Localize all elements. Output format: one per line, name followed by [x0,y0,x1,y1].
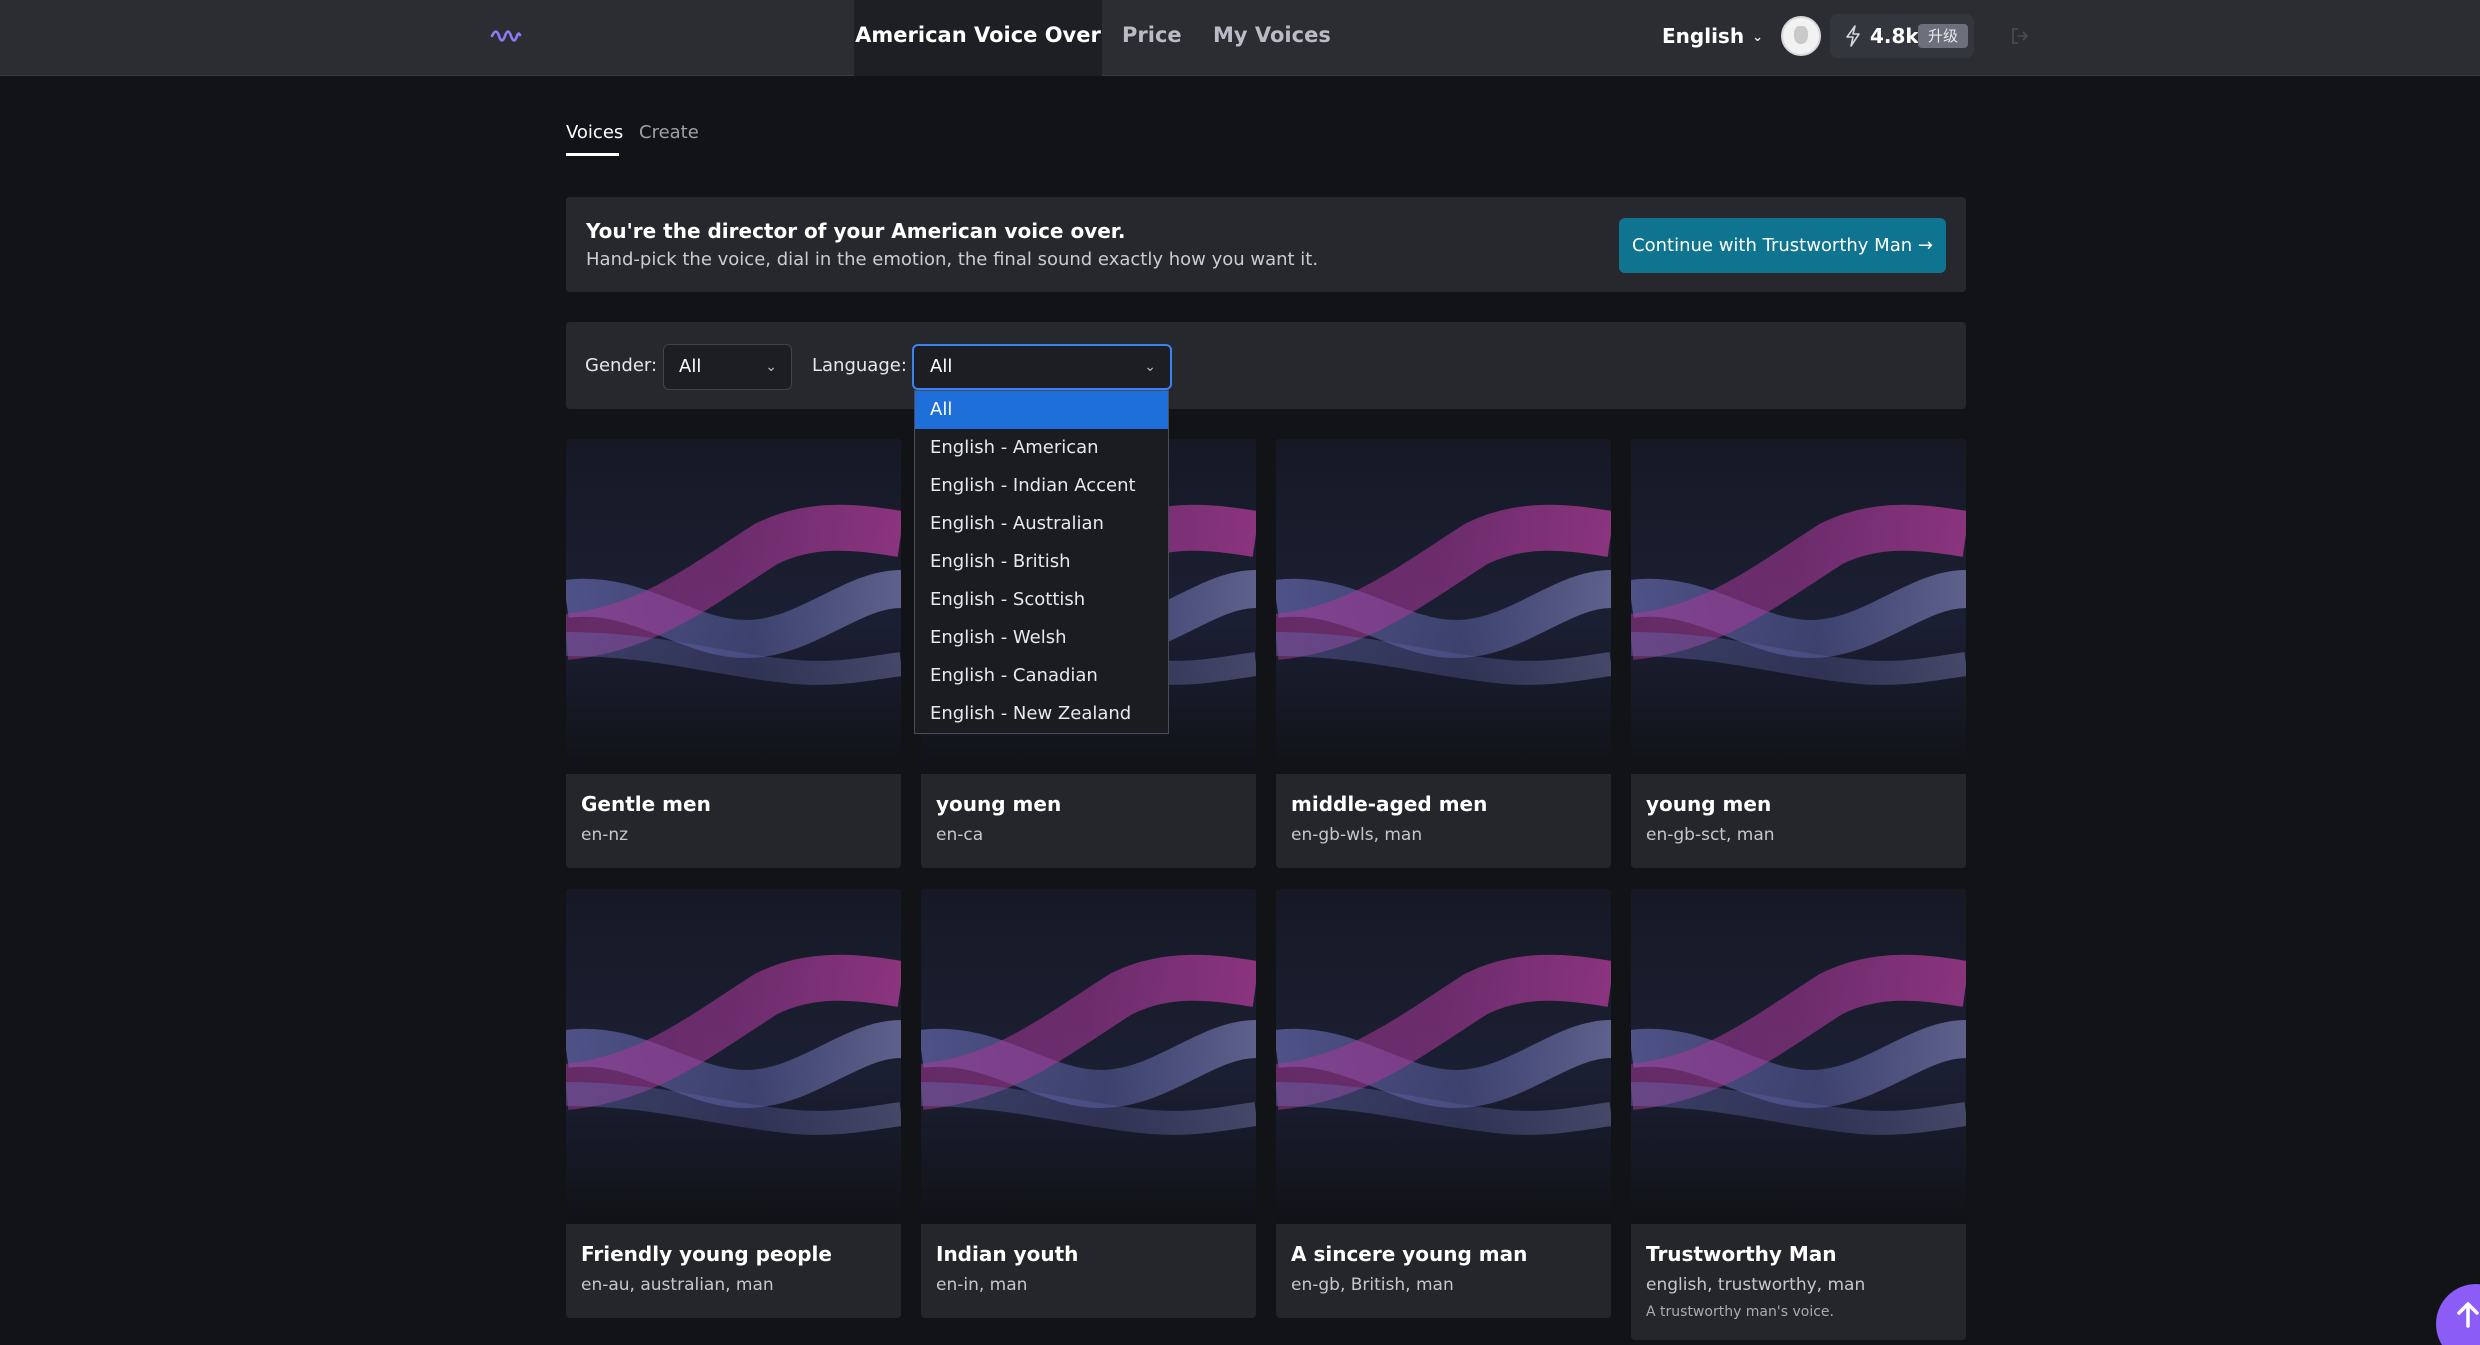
voice-waveform-artwork [1631,439,1966,774]
user-avatar[interactable] [1781,16,1821,56]
lightning-icon [1846,25,1860,47]
language-option[interactable]: English - Australian [915,505,1168,543]
voice-name: young men [1646,792,1772,816]
voice-name: Gentle men [581,792,711,816]
voice-tags: en-gb-sct, man [1646,825,1775,845]
language-option[interactable]: English - Indian Accent [915,467,1168,505]
voice-waveform-artwork [1276,889,1611,1224]
voice-card[interactable]: Trustworthy Man english, trustworthy, man… [1631,889,1966,1340]
voice-waveform-artwork [921,889,1256,1224]
active-tab-indicator [566,153,619,156]
language-option[interactable]: English - American [915,429,1168,467]
voice-name: A sincere young man [1291,1242,1528,1266]
tab-create[interactable]: Create [639,122,699,143]
banner-title: You're the director of your American voi… [586,219,1126,243]
nav-american-voice-over[interactable]: American Voice Over [854,0,1102,76]
voice-tags: english, trustworthy, man [1646,1275,1866,1295]
credits-badge[interactable]: 4.8k 升级 [1830,14,1974,58]
language-select-value: All [930,356,953,377]
voice-tags: en-gb, British, man [1291,1275,1454,1295]
voice-card[interactable]: Indian youth en-in, man [921,889,1256,1318]
chevron-down-icon: ⌄ [765,359,777,375]
language-dropdown-list: All English - American English - Indian Ac… [914,390,1169,734]
logout-icon[interactable] [2010,26,2030,46]
director-banner: You're the director of your American voi… [566,197,1966,292]
voice-name: middle-aged men [1291,792,1488,816]
chevron-down-icon: ⌄ [1144,359,1156,375]
voice-card[interactable]: young men en-gb-sct, man [1631,439,1966,868]
voice-card[interactable]: Gentle men en-nz [566,439,901,868]
voice-waveform-artwork [1631,889,1966,1224]
voice-tags: en-ca [936,825,984,845]
waveform-logo-icon[interactable] [490,24,522,48]
voice-name: young men [936,792,1062,816]
arrow-up-icon [2457,1302,2479,1328]
filter-bar: Gender: All ⌄ Language: All ⌄ [566,322,1966,409]
voice-waveform-artwork [566,889,901,1224]
tab-voices[interactable]: Voices [566,122,623,143]
language-option[interactable]: English - Scottish [915,581,1168,619]
voice-waveform-artwork [1276,439,1611,774]
gender-select-value: All [679,356,702,377]
voice-tags: en-nz [581,825,629,845]
voice-waveform-artwork [566,439,901,774]
voice-description: A trustworthy man's voice. [1646,1304,1834,1320]
voice-card[interactable]: middle-aged men en-gb-wls, man [1276,439,1611,868]
language-select[interactable]: All ⌄ [912,344,1172,390]
gender-select[interactable]: All ⌄ [663,344,792,390]
voice-name: Indian youth [936,1242,1079,1266]
upgrade-button[interactable]: 升级 [1918,24,1968,48]
site-language-selector[interactable]: English ⌄ [1662,0,1763,72]
credits-value: 4.8k [1870,24,1919,48]
voice-name: Trustworthy Man [1646,1242,1837,1266]
nav-price[interactable]: Price [1122,0,1182,76]
continue-with-voice-button[interactable]: Continue with Trustworthy Man → [1619,218,1946,273]
chevron-down-icon: ⌄ [1752,30,1763,45]
language-option[interactable]: English - New Zealand [915,695,1168,733]
gender-filter-label: Gender: [585,355,658,376]
nav-my-voices[interactable]: My Voices [1213,0,1331,76]
language-option[interactable]: All [915,391,1168,429]
banner-subtitle: Hand-pick the voice, dial in the emotion… [586,249,1319,270]
voice-name: Friendly young people [581,1242,832,1266]
voice-card[interactable]: Friendly young people en-au, australian, … [566,889,901,1318]
site-language-label: English [1662,24,1745,48]
language-filter-label: Language: [812,355,907,376]
voice-tags: en-in, man [936,1275,1028,1295]
voice-card[interactable]: A sincere young man en-gb, British, man [1276,889,1611,1318]
language-option[interactable]: English - Canadian [915,657,1168,695]
top-navigation-bar: American Voice Over Price My Voices Engl… [0,0,2480,76]
scroll-to-top-button[interactable] [2436,1284,2480,1345]
language-option[interactable]: English - Welsh [915,619,1168,657]
language-option[interactable]: English - British [915,543,1168,581]
voice-tags: en-gb-wls, man [1291,825,1423,845]
voice-tags: en-au, australian, man [581,1275,774,1295]
